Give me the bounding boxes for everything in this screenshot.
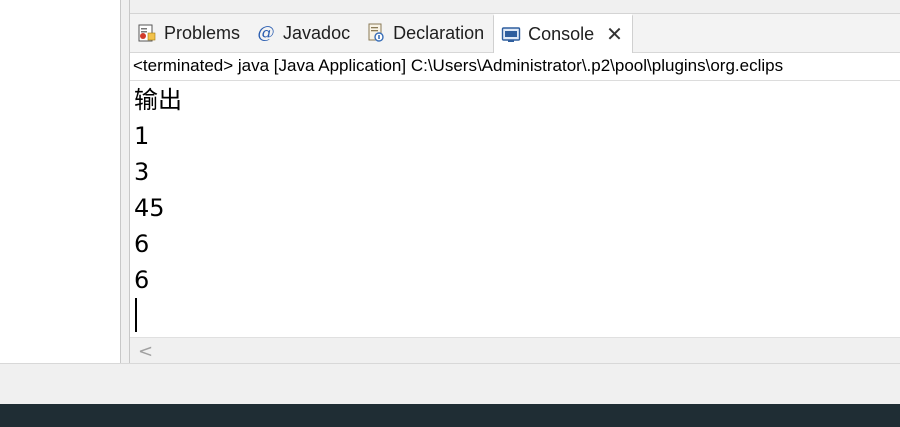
tab-label: Console [528,24,595,44]
tab-declaration[interactable]: Declaration [359,14,493,52]
console-line: 45 [134,194,165,222]
sash[interactable] [121,0,129,363]
horizontal-scrollbar[interactable]: < [130,337,900,364]
console-line: 输出 [134,86,182,114]
scroll-left-arrow-icon[interactable]: < [138,341,153,362]
console-view: Problems @ Javadoc Declaration Console ✕… [129,0,900,364]
tab-problems[interactable]: Problems [130,14,249,52]
tab-label: Javadoc [283,22,351,43]
process-status-line: <terminated> java [Java Application] C:\… [130,53,900,81]
console-line: 1 [134,122,150,150]
tab-label: Declaration [393,22,485,43]
problems-icon [136,22,158,44]
text-caret [135,298,137,332]
view-tab-bar: Problems @ Javadoc Declaration Console ✕ [130,14,900,53]
console-line: 3 [134,158,150,186]
console-line: 6 [134,266,150,294]
eclipse-window: Problems @ Javadoc Declaration Console ✕… [0,0,900,427]
taskbar [0,404,900,427]
console-icon [500,24,522,46]
tab-label: Problems [164,22,241,43]
status-bar [0,363,900,405]
tab-console[interactable]: Console ✕ [493,14,633,53]
console-line: 6 [134,230,150,258]
view-top-border [130,0,900,14]
declaration-icon [365,22,387,44]
console-output[interactable]: 输出 1 3 45 6 6 [130,82,900,337]
javadoc-icon: @ [257,23,275,43]
tab-javadoc[interactable]: @ Javadoc [249,14,359,52]
close-icon[interactable]: ✕ [606,22,623,47]
left-editor-panel[interactable] [0,0,121,363]
